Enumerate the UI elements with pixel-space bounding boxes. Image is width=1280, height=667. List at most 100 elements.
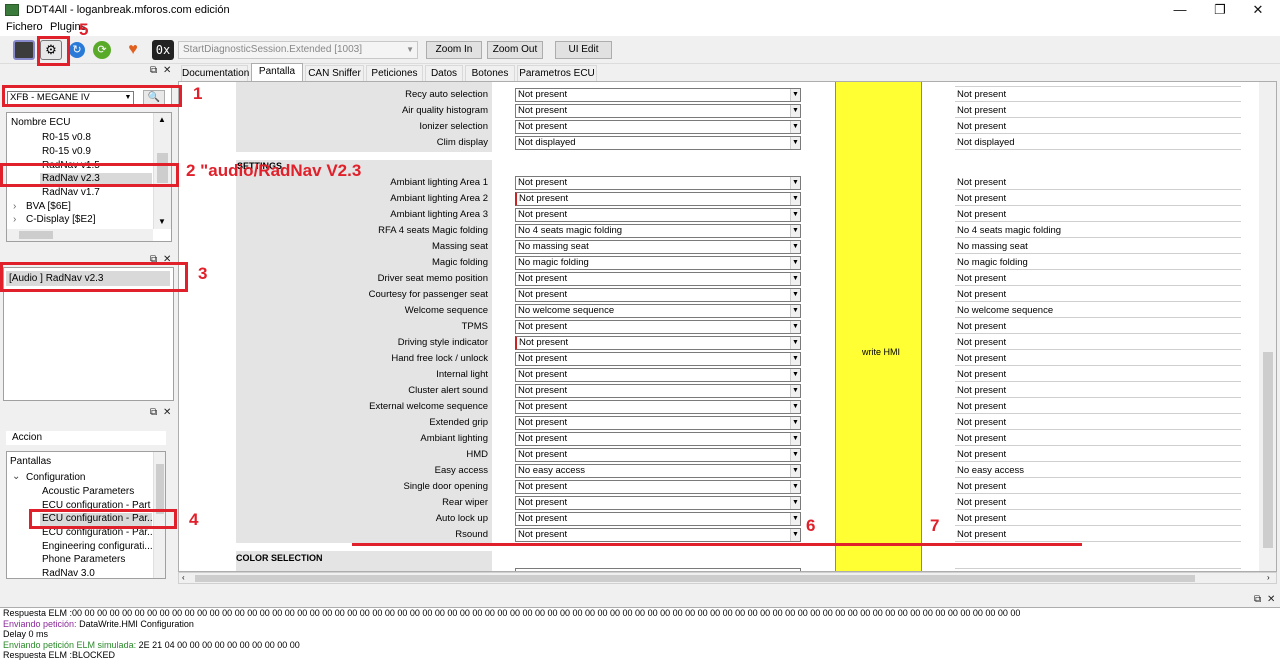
row-select[interactable]: Not present ▼ (515, 88, 801, 102)
row-select[interactable]: No magic folding ▼ (515, 256, 801, 270)
main-vscroll[interactable] (1259, 82, 1276, 571)
heartbeat-icon[interactable]: ♥ (122, 40, 144, 60)
chevron-down-icon: ▼ (790, 513, 800, 525)
zoom-in-button[interactable]: Zoom In (426, 41, 482, 59)
row-select[interactable]: Not present ▼ (515, 288, 801, 302)
close-button[interactable]: ✕ (1238, 0, 1278, 20)
row-label: RFA 4 seats Magic folding (378, 225, 488, 236)
log-line: Respuesta ELM :00 00 00 00 00 00 00 00 0… (3, 608, 1280, 619)
row-select[interactable]: Not present ▼ (515, 432, 801, 446)
screens-folder[interactable]: Configuration (26, 472, 85, 483)
row-select[interactable]: Not present ▼ (515, 480, 801, 494)
scroll-up-icon[interactable]: ▲ (158, 115, 166, 124)
scroll-left-icon[interactable]: ‹ (182, 573, 185, 582)
row-select[interactable]: Not present ▼ (515, 352, 801, 366)
sync-icon[interactable]: ⟳ (93, 41, 111, 59)
session-select[interactable]: StartDiagnosticSession.Extended [1003] ▼ (178, 41, 418, 59)
row-select[interactable]: Not present ▼ (515, 496, 801, 510)
scroll-thumb[interactable] (195, 575, 1195, 582)
annotation-label-1: 1 (193, 84, 203, 103)
annotation-label-7: 7 (930, 516, 940, 535)
ecu-tree-item[interactable]: R0-15 v0.8 (42, 132, 91, 143)
tab-parametros-ecu[interactable]: Parametros ECU (517, 65, 597, 81)
screen-item[interactable]: RadNav 3.0 (42, 568, 95, 579)
ecu-tree-item[interactable]: R0-15 v0.9 (42, 146, 91, 157)
minimize-button[interactable]: — (1160, 0, 1200, 20)
close-icon[interactable]: ✕ (1267, 594, 1275, 605)
row-select-value: No easy access (518, 465, 586, 476)
scroll-down-icon[interactable]: ▼ (158, 217, 166, 226)
log-text: BLOCKED (72, 650, 116, 660)
refresh-icon[interactable]: ↻ (69, 42, 85, 58)
connect-icon[interactable] (13, 40, 35, 60)
tab-peticiones[interactable]: Peticiones (366, 65, 423, 81)
row-select-value: Not present (518, 209, 568, 220)
ecu-tree-hscroll[interactable] (7, 229, 153, 241)
row-label: External welcome sequence (369, 401, 488, 412)
ecu-group[interactable]: BVA [$6E] (26, 201, 71, 212)
row-select[interactable]: Not present ▼ (515, 384, 801, 398)
row-select[interactable]: Not present ▼ (515, 368, 801, 382)
row-readback: Not present (955, 104, 1241, 118)
hex-icon[interactable]: 0x (152, 40, 174, 60)
scroll-right-icon[interactable]: › (1267, 573, 1270, 582)
chevron-right-icon[interactable]: › (13, 201, 16, 212)
row-select-value: No welcome sequence (518, 305, 615, 316)
row-readback: Not present (955, 448, 1241, 462)
row-select[interactable]: No massing seat ▼ (515, 240, 801, 254)
color-readback-line (955, 568, 1241, 569)
tab-can-sniffer[interactable]: CAN Sniffer (305, 65, 364, 81)
screens-root[interactable]: Pantallas (10, 456, 51, 467)
screen-item[interactable]: Phone Parameters (42, 554, 125, 565)
scroll-thumb[interactable] (19, 231, 53, 239)
chevron-down-icon[interactable]: ⌄ (12, 471, 20, 482)
row-select[interactable]: Not present ▼ (515, 336, 801, 350)
row-select[interactable]: Not displayed ▼ (515, 136, 801, 150)
row-select[interactable]: Not present ▼ (515, 416, 801, 430)
row-select[interactable]: No welcome sequence ▼ (515, 304, 801, 318)
close-icon[interactable]: ✕ (163, 65, 171, 76)
row-select[interactable]: Not present ▼ (515, 120, 801, 134)
row-select[interactable]: Not present ▼ (515, 400, 801, 414)
scroll-thumb[interactable] (156, 464, 164, 514)
row-select[interactable]: Not present ▼ (515, 176, 801, 190)
zoom-out-button[interactable]: Zoom Out (487, 41, 543, 59)
row-select-value: No magic folding (518, 257, 589, 268)
tab-pantalla[interactable]: Pantalla (251, 63, 303, 81)
float-icon[interactable]: ⧉ (150, 407, 157, 418)
maximize-button[interactable]: ❐ (1200, 0, 1240, 20)
chevron-down-icon: ▼ (790, 289, 800, 301)
row-label: Cluster alert sound (408, 385, 488, 396)
row-select[interactable]: Not present ▼ (515, 448, 801, 462)
tab-datos[interactable]: Datos (425, 65, 463, 81)
close-icon[interactable]: ✕ (163, 407, 171, 418)
row-select[interactable]: Not present ▼ (515, 208, 801, 222)
row-select-value: No 4 seats magic folding (518, 225, 623, 236)
chevron-right-icon[interactable]: › (13, 214, 16, 225)
ecu-group[interactable]: C-Display [$E2] (26, 214, 95, 225)
log-line: Delay 0 ms (3, 629, 1280, 640)
row-select[interactable]: Not present ▼ (515, 272, 801, 286)
main-hscroll[interactable]: ‹ › (178, 572, 1277, 584)
scroll-thumb[interactable] (1263, 352, 1273, 548)
menu-fichero[interactable]: Fichero (6, 21, 43, 33)
write-hmi-button[interactable]: write HMI (835, 82, 922, 571)
screen-item[interactable]: Engineering configurati... (42, 541, 153, 552)
row-select[interactable]: Not present ▼ (515, 528, 801, 542)
float-icon[interactable]: ⧉ (150, 65, 157, 76)
float-icon[interactable]: ⧉ (1254, 594, 1261, 605)
row-select[interactable]: Not present ▼ (515, 192, 801, 206)
ui-edit-button[interactable]: UI Edit (555, 41, 612, 59)
ecu-tree-item[interactable]: RadNav v1.7 (42, 187, 100, 198)
tab-botones[interactable]: Botones (465, 65, 515, 81)
row-select[interactable]: No 4 seats magic folding ▼ (515, 224, 801, 238)
row-select[interactable]: Not present ▼ (515, 512, 801, 526)
chevron-down-icon: ▼ (790, 481, 800, 493)
row-select[interactable]: No easy access ▼ (515, 464, 801, 478)
tab-documentation[interactable]: Documentation (181, 65, 249, 81)
row-label: Easy access (434, 465, 488, 476)
row-select[interactable]: Not present ▼ (515, 104, 801, 118)
row-select[interactable]: Not present ▼ (515, 320, 801, 334)
screen-item[interactable]: Acoustic Parameters (42, 486, 134, 497)
row-select-value: Not present (519, 337, 569, 348)
